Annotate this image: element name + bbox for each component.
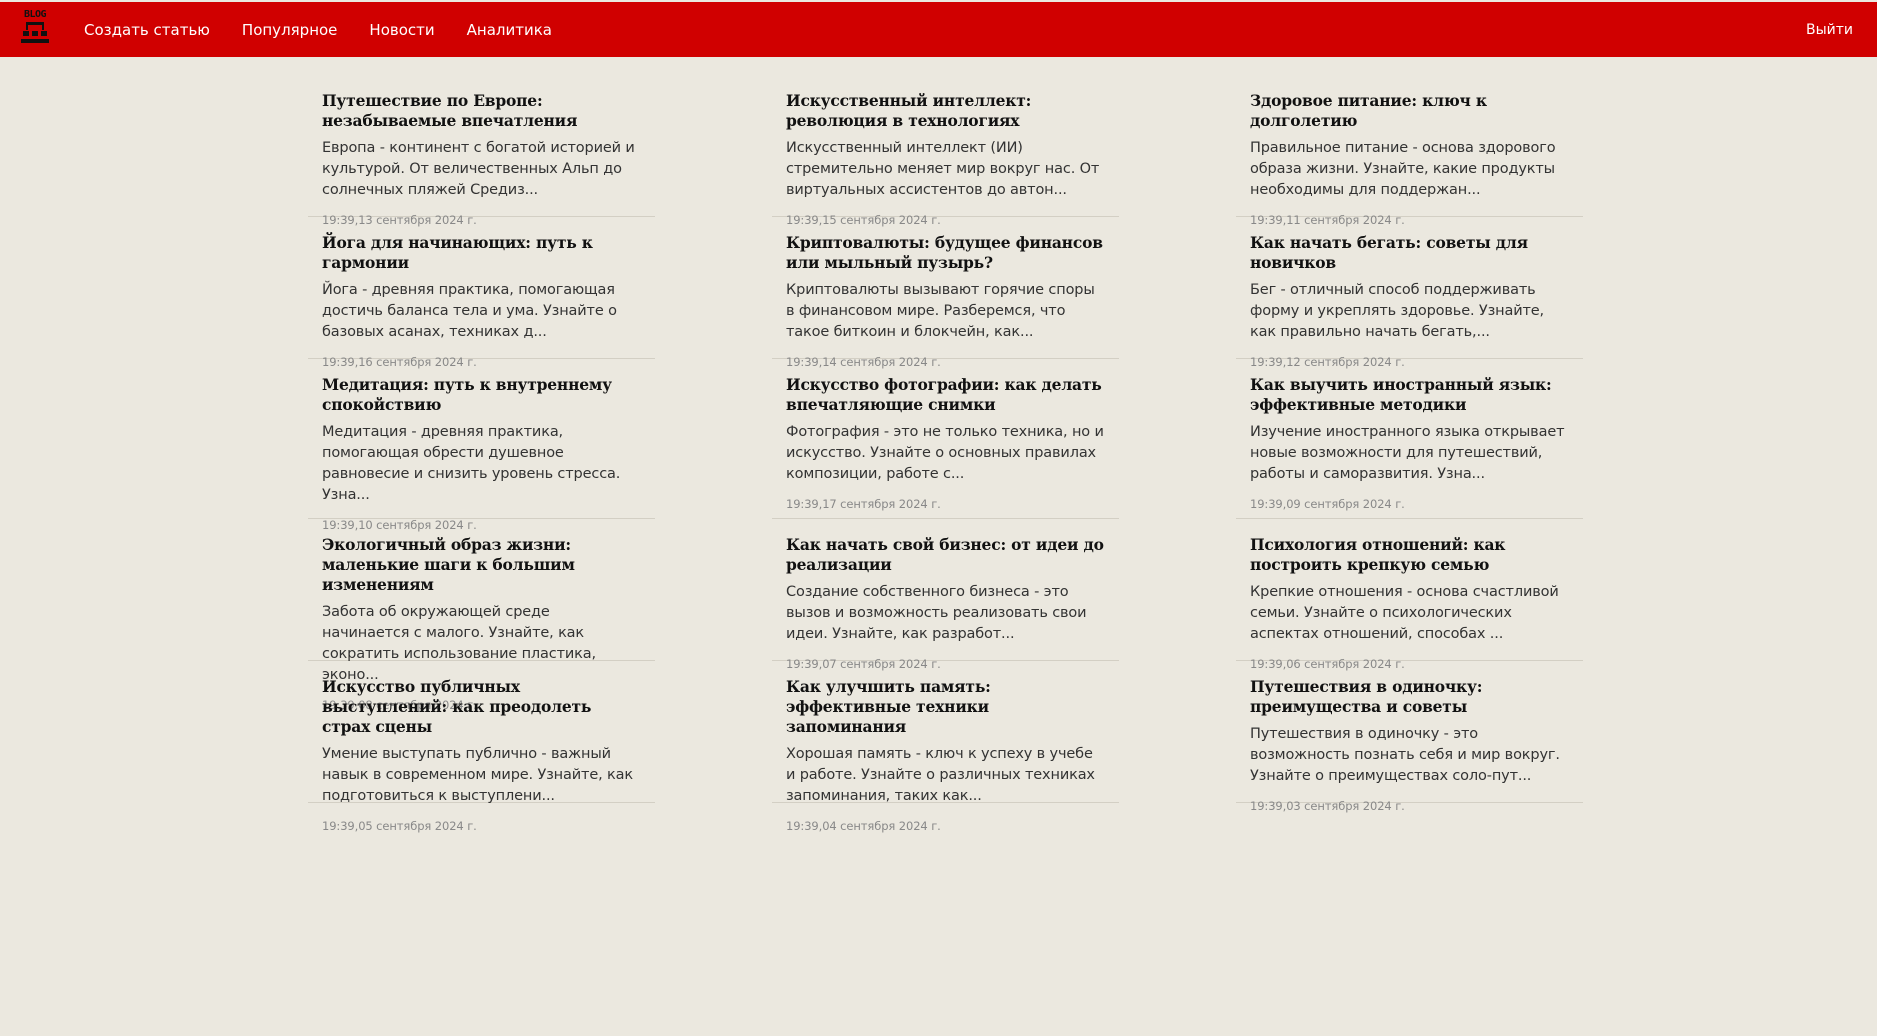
article-title[interactable]: Здоровое питание: ключ к долголетию: [1250, 91, 1569, 131]
article-excerpt: Умение выступать публично - важный навык…: [322, 746, 633, 804]
article-excerpt: Изучение иностранного языка открывает но…: [1250, 424, 1565, 482]
top-navbar: BLOG Создать статью Популярное Новости А…: [0, 0, 1877, 57]
article-excerpt: Создание собственного бизнеса - это вызо…: [786, 584, 1087, 642]
article-excerpt: Хорошая память - ключ к успеху в учебе и…: [786, 746, 1095, 804]
logout-link[interactable]: Выйти: [1806, 2, 1853, 57]
article-title[interactable]: Путешествия в одиночку: преимущества и с…: [1250, 677, 1569, 717]
article-card[interactable]: Психология отношений: как построить креп…: [1236, 519, 1583, 671]
article-card[interactable]: Как начать бегать: советы для новичков Бе…: [1236, 217, 1583, 369]
nav-popular[interactable]: Популярное: [242, 21, 338, 39]
article-title[interactable]: Экологичный образ жизни: маленькие шаги …: [322, 535, 641, 595]
article-card[interactable]: Медитация: путь к внутреннему спокойстви…: [308, 359, 655, 532]
article-excerpt: Правильное питание - основа здорового об…: [1250, 140, 1556, 198]
article-title[interactable]: Медитация: путь к внутреннему спокойстви…: [322, 375, 641, 415]
nav-news[interactable]: Новости: [369, 21, 434, 39]
article-title[interactable]: Как начать свой бизнес: от идеи до реали…: [786, 535, 1105, 575]
articles-grid: Путешествие по Европе: незабываемые впеч…: [308, 75, 1583, 833]
nav-analytics[interactable]: Аналитика: [467, 21, 552, 39]
article-excerpt: Крепкие отношения - основа счастливой се…: [1250, 584, 1559, 642]
article-title[interactable]: Психология отношений: как построить креп…: [1250, 535, 1569, 575]
article-card[interactable]: Искусство публичных выступлений: как пре…: [308, 661, 655, 833]
article-card[interactable]: Искусственный интеллект: революция в тех…: [772, 75, 1119, 227]
article-excerpt: Бег - отличный способ поддерживать форму…: [1250, 282, 1544, 340]
article-date: 19:39,04 сентября 2024 г.: [786, 819, 941, 833]
article-title[interactable]: Искусство фотографии: как делать впечатл…: [786, 375, 1105, 415]
logo-text: BLOG: [23, 9, 47, 20]
article-card[interactable]: Экологичный образ жизни: маленькие шаги …: [308, 519, 655, 712]
main-nav: Создать статью Популярное Новости Аналит…: [84, 2, 584, 57]
article-title[interactable]: Как выучить иностранный язык: эффективны…: [1250, 375, 1569, 415]
article-title[interactable]: Искусство публичных выступлений: как пре…: [322, 677, 641, 737]
article-title[interactable]: Йога для начинающих: путь к гармонии: [322, 233, 641, 273]
article-card[interactable]: Криптовалюты: будущее финансов или мыльн…: [772, 217, 1119, 369]
article-excerpt: Криптовалюты вызывают горячие споры в фи…: [786, 282, 1095, 340]
article-card[interactable]: Искусство фотографии: как делать впечатл…: [772, 359, 1119, 519]
article-card[interactable]: Здоровое питание: ключ к долголетию Прави…: [1236, 75, 1583, 227]
article-title[interactable]: Искусственный интеллект: революция в тех…: [786, 91, 1105, 131]
article-card[interactable]: Йога для начинающих: путь к гармонии Йога…: [308, 217, 655, 369]
article-date: 19:39,09 сентября 2024 г.: [1250, 497, 1405, 511]
article-card[interactable]: Как начать свой бизнес: от идеи до реали…: [772, 519, 1119, 671]
article-card[interactable]: Как улучшить память: эффективные техники…: [772, 661, 1119, 833]
article-date: 19:39,17 сентября 2024 г.: [786, 497, 941, 511]
article-excerpt: Искусственный интеллект (ИИ) стремительн…: [786, 140, 1100, 198]
blog-logo[interactable]: BLOG: [18, 9, 52, 49]
article-title[interactable]: Криптовалюты: будущее финансов или мыльн…: [786, 233, 1105, 273]
article-date: 19:39,03 сентября 2024 г.: [1250, 799, 1405, 813]
article-excerpt: Медитация - древняя практика, помогающая…: [322, 424, 621, 503]
article-title[interactable]: Путешествие по Европе: незабываемые впеч…: [322, 91, 641, 131]
article-date: 19:39,05 сентября 2024 г.: [322, 819, 477, 833]
nav-create-article[interactable]: Создать статью: [84, 21, 210, 39]
article-card[interactable]: Как выучить иностранный язык: эффективны…: [1236, 359, 1583, 519]
article-excerpt: Путешествия в одиночку - это возможность…: [1250, 726, 1560, 784]
article-card[interactable]: Путешествия в одиночку: преимущества и с…: [1236, 661, 1583, 813]
article-excerpt: Европа - континент с богатой историей и …: [322, 140, 635, 198]
article-card[interactable]: Путешествие по Европе: незабываемые впеч…: [308, 75, 655, 227]
logo-people-icon: [21, 22, 49, 43]
article-excerpt: Йога - древняя практика, помогающая дост…: [322, 282, 617, 340]
article-title[interactable]: Как начать бегать: советы для новичков: [1250, 233, 1569, 273]
article-excerpt: Фотография - это не только техника, но и…: [786, 424, 1104, 482]
article-title[interactable]: Как улучшить память: эффективные техники…: [786, 677, 1105, 737]
